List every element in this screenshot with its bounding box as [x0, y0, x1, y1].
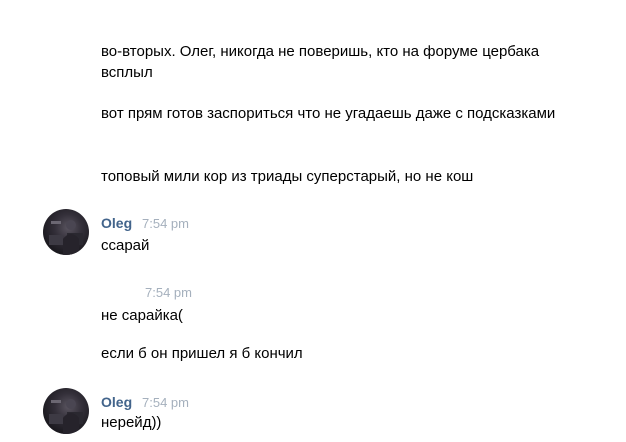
message-text: не сарайка( [101, 307, 183, 324]
author-name[interactable]: Oleg [101, 214, 132, 232]
message-text: если б он пришел я б кончил [101, 345, 303, 362]
user-avatar-photo-icon [49, 220, 83, 255]
author-name[interactable]: Oleg [101, 393, 132, 411]
message-timestamp[interactable]: 7:54 pm [142, 215, 189, 233]
message-timestamp[interactable]: 7:54 pm [145, 284, 192, 302]
message-text: ссарай [101, 237, 150, 254]
user-avatar-photo-icon [49, 399, 83, 434]
message-timestamp[interactable]: 7:54 pm [142, 394, 189, 412]
message-text: во-вторых. Олег, никогда не поверишь, кт… [101, 43, 540, 81]
avatar[interactable] [43, 388, 89, 434]
message-text: вот прям готов заспориться что не угадае… [101, 105, 556, 122]
message-text: топовый мили кор из триады суперстарый, … [101, 168, 474, 185]
avatar[interactable] [43, 209, 89, 255]
message-text: нерейд)) [101, 414, 162, 431]
